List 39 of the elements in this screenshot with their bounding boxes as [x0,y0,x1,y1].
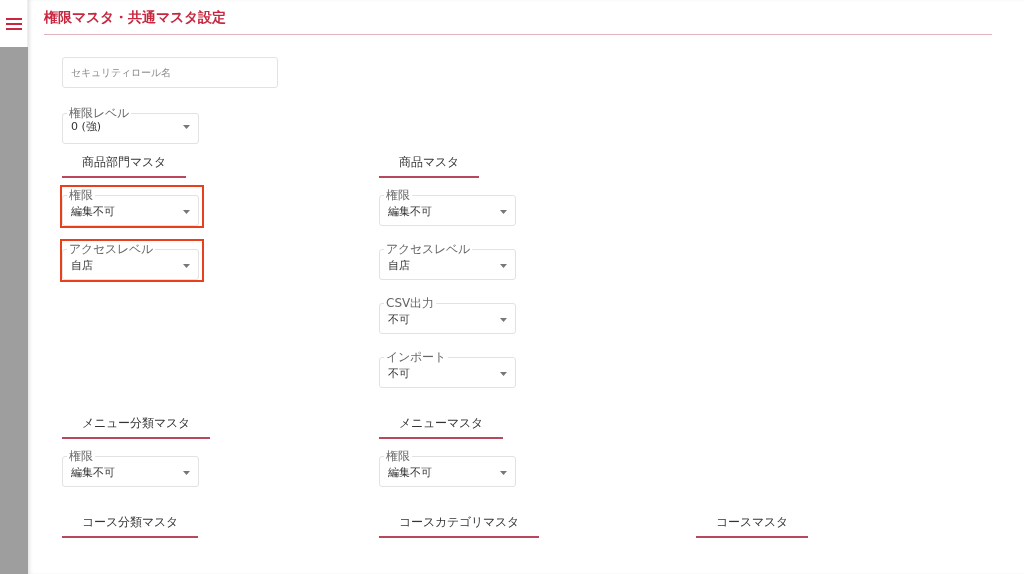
page-title: 権限マスタ・共通マスタ設定 [44,8,992,35]
field-label: 権限レベル [68,107,130,119]
field-label: インポート [385,351,447,363]
select-field[interactable]: 権限 編集不可 [379,189,516,226]
caret-icon [183,263,190,268]
caret-icon [500,209,507,214]
field-value: 不可 [388,312,411,327]
field-label: 権限 [385,450,411,462]
field-value: 自店 [388,258,411,273]
select-field[interactable]: 権限 編集不可 [379,450,516,487]
caret-icon [183,209,190,214]
text-field[interactable]: セキュリティロール名 [62,57,278,88]
field-value: 不可 [388,366,411,381]
select-field[interactable]: アクセスレベル 自店 [62,243,199,280]
select-field[interactable]: 権限 編集不可 [62,189,199,226]
caret-icon [500,263,507,268]
field-value: 自店 [71,258,94,273]
select-field[interactable]: CSV出力 不可 [379,297,516,334]
menu-icon[interactable] [5,17,22,30]
select-field[interactable]: 権限 編集不可 [62,450,199,487]
field-value: 編集不可 [71,204,116,219]
field-value: 編集不可 [71,465,116,480]
field-label: CSV出力 [385,297,436,309]
field-value: 編集不可 [388,465,433,480]
select-field[interactable]: アクセスレベル 自店 [379,243,516,280]
field-value: 0 (強) [71,119,103,134]
field-label: 権限 [68,189,94,201]
select-field[interactable]: 権限レベル 0 (強) [62,107,199,144]
caret-icon [500,470,507,475]
caret-icon [183,470,190,475]
field-label: アクセスレベル [385,243,471,255]
caret-icon [183,124,190,129]
field-label: アクセスレベル [68,243,154,255]
field-label: 権限 [385,189,411,201]
field-label: 権限 [68,450,94,462]
field-value: 編集不可 [388,204,433,219]
caret-icon [500,317,507,322]
select-field[interactable]: インポート 不可 [379,351,516,388]
caret-icon [500,371,507,376]
